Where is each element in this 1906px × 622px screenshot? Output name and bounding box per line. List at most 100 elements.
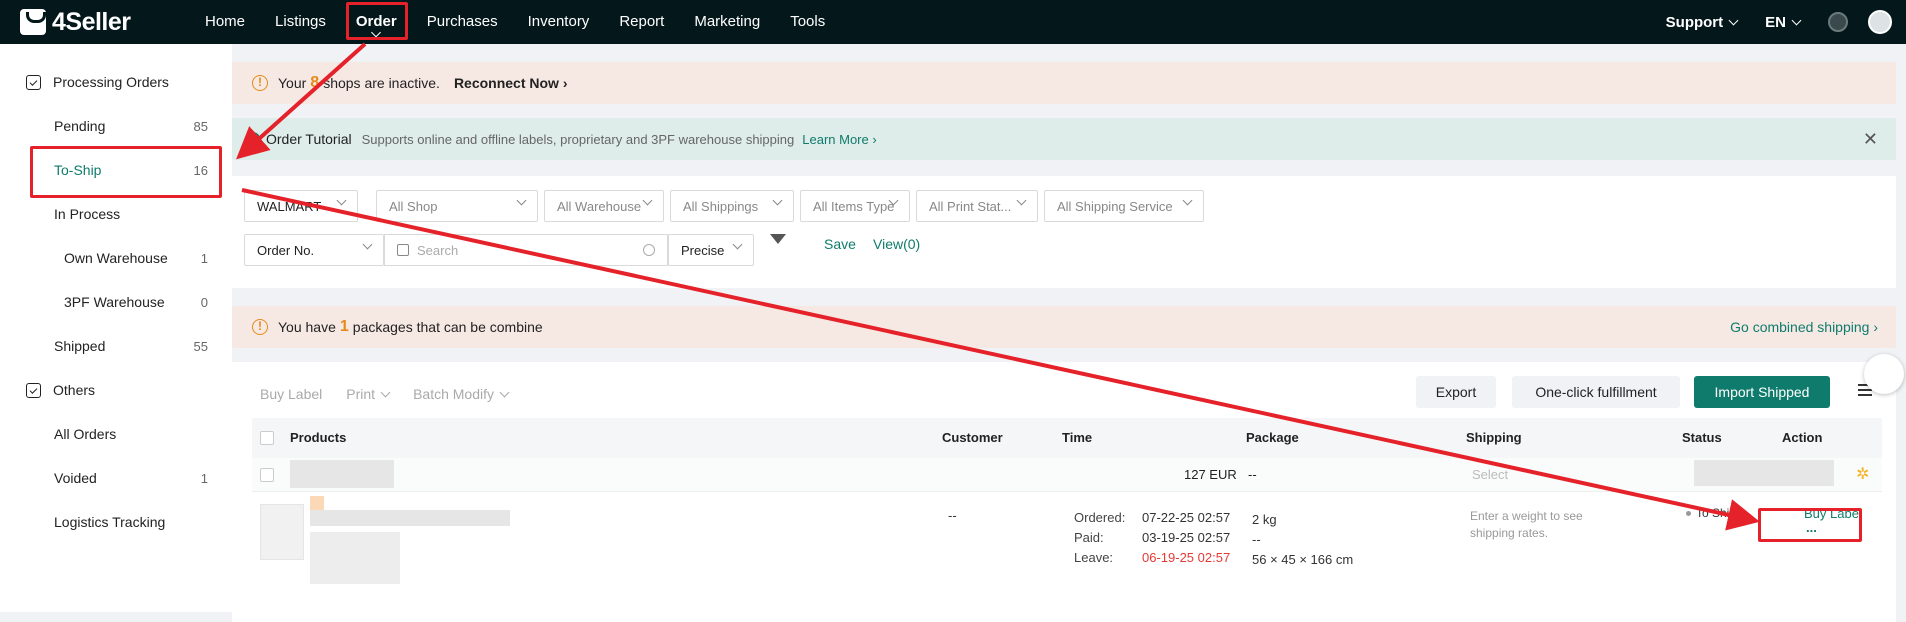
header-customer: Customer: [942, 430, 1003, 445]
shippings-select[interactable]: All Shippings: [670, 190, 794, 222]
sidebar-item-pending[interactable]: Pending 85: [0, 104, 232, 148]
sidebar-group-processing[interactable]: Processing Orders: [0, 60, 232, 104]
product-image: [260, 504, 304, 560]
reconnect-now-link[interactable]: Reconnect Now ›: [454, 75, 568, 91]
main-nav: Home Listings Order Purchases Inventory …: [190, 0, 840, 44]
chevron-down-icon: [732, 239, 743, 250]
sidebar-item-voided[interactable]: Voided 1: [0, 456, 232, 500]
combine-packages-banner: You have 1 packages that can be combine …: [232, 306, 1896, 348]
banner-text: You have: [278, 319, 336, 335]
star-icon[interactable]: ✲: [1856, 464, 1869, 484]
annotation-box-to-ship: [30, 146, 222, 198]
inactive-shops-banner: Your 8 shops are inactive. Reconnect Now…: [232, 62, 1896, 104]
button-label: Print: [346, 386, 376, 402]
support-menu[interactable]: Support: [1666, 14, 1739, 31]
row-checkbox[interactable]: [260, 468, 274, 482]
chevron-down-icon: [1791, 15, 1802, 25]
checklist-icon: [26, 382, 41, 398]
order-search-float-button[interactable]: [1864, 354, 1904, 394]
tutorial-description: Supports online and offline labels, prop…: [361, 131, 795, 147]
scan-icon: [397, 244, 409, 256]
sidebar-item-3pf-warehouse[interactable]: 3PF Warehouse 0: [0, 280, 232, 324]
gear-icon[interactable]: [1828, 12, 1848, 32]
select-value: Precise: [681, 242, 725, 258]
button-label: Batch Modify: [413, 386, 495, 402]
annotation-box-order: [346, 2, 408, 40]
package-weight: 2 kg: [1252, 512, 1277, 527]
chevron-down-icon: [336, 195, 347, 206]
language-menu[interactable]: EN: [1765, 13, 1802, 31]
print-status-select[interactable]: All Print Stat...: [916, 190, 1038, 222]
logo[interactable]: 4Seller: [20, 8, 190, 37]
paid-label: Paid:: [1074, 530, 1104, 545]
search-field-select[interactable]: Order No.: [244, 234, 384, 266]
nav-listings[interactable]: Listings: [260, 0, 341, 44]
nav-report[interactable]: Report: [604, 0, 679, 44]
sidebar-item-count: 55: [193, 338, 208, 354]
nav-marketing[interactable]: Marketing: [679, 0, 775, 44]
banner-text: packages that can be combine: [352, 319, 543, 335]
header-status: Status: [1682, 430, 1722, 445]
select-value: All Items Type: [813, 198, 895, 214]
leave-label: Leave:: [1074, 550, 1114, 565]
banner-text: shops are inactive.: [323, 75, 440, 91]
buy-label-bulk-button[interactable]: Buy Label: [260, 386, 322, 402]
filter-icon[interactable]: [770, 234, 786, 244]
print-menu[interactable]: Print: [346, 386, 391, 402]
view-button[interactable]: View(0): [873, 236, 920, 252]
learn-more-link[interactable]: Learn More ›: [802, 132, 876, 147]
export-button[interactable]: Export: [1416, 376, 1496, 408]
nav-inventory[interactable]: Inventory: [513, 0, 605, 44]
nav-tools[interactable]: Tools: [775, 0, 840, 44]
items-type-select[interactable]: All Items Type: [800, 190, 910, 222]
warehouse-select[interactable]: All Warehouse: [544, 190, 664, 222]
tutorial-title: Order Tutorial: [266, 131, 352, 147]
header-products: Products: [290, 430, 347, 445]
sidebar-item-logistics-tracking[interactable]: Logistics Tracking: [0, 500, 232, 544]
chevron-down-icon: [642, 195, 653, 206]
save-button[interactable]: Save: [824, 236, 856, 252]
sidebar-item-label: Pending: [54, 118, 106, 134]
sidebar-item-all-orders[interactable]: All Orders: [0, 412, 232, 456]
orders-table-panel: Buy Label Print Batch Modify Export One-…: [232, 362, 1896, 622]
search-icon: [643, 244, 655, 256]
annotation-box-buy-label: [1758, 508, 1862, 542]
match-mode-select[interactable]: Precise: [668, 234, 754, 266]
select-all-checkbox[interactable]: [260, 431, 274, 445]
shipping-select[interactable]: Select: [1472, 467, 1508, 482]
question-icon: [246, 132, 260, 146]
select-value: All Print Stat...: [929, 198, 1012, 214]
search-input[interactable]: Search: [384, 234, 668, 266]
paid-time: 03-19-25 02:57: [1142, 530, 1231, 545]
sidebar-item-shipped[interactable]: Shipped 55: [0, 324, 232, 368]
table-row: -- Ordered: 07-22-25 02:57 Paid: 03-19-2…: [252, 492, 1882, 622]
blurred-order-info: [290, 460, 394, 488]
shipping-service-select[interactable]: All Shipping Service: [1044, 190, 1204, 222]
sidebar-group-others[interactable]: Others: [0, 368, 232, 412]
language-label: EN: [1765, 13, 1786, 31]
chevron-down-icon: [772, 195, 783, 206]
nav-home[interactable]: Home: [190, 0, 260, 44]
chevron-down-icon: [1728, 15, 1739, 25]
chevron-down-icon: [499, 387, 510, 397]
close-icon[interactable]: ✕: [1863, 129, 1878, 150]
ordered-time: 07-22-25 02:57: [1142, 510, 1231, 525]
button-label: Buy Label: [260, 386, 323, 402]
one-click-fulfillment-button[interactable]: One-click fulfillment: [1512, 376, 1680, 408]
platform-select[interactable]: WALMART: [244, 190, 358, 222]
batch-modify-menu[interactable]: Batch Modify: [413, 386, 510, 402]
chevron-down-icon: [380, 387, 391, 397]
warning-icon: [252, 75, 268, 91]
chevron-down-icon: [1016, 195, 1027, 206]
nav-purchases[interactable]: Purchases: [412, 0, 513, 44]
sidebar-item-label: Own Warehouse: [64, 250, 168, 266]
shop-select[interactable]: All Shop: [376, 190, 538, 222]
sidebar-item-in-process[interactable]: In Process: [0, 192, 232, 236]
select-value: All Shop: [389, 198, 438, 214]
select-value: WALMART: [257, 198, 322, 214]
import-shipped-button[interactable]: Import Shipped: [1694, 376, 1830, 408]
avatar[interactable]: [1868, 10, 1892, 34]
go-combined-shipping-link[interactable]: Go combined shipping ›: [1730, 319, 1878, 335]
sidebar-item-own-warehouse[interactable]: Own Warehouse 1: [0, 236, 232, 280]
sidebar-item-label: In Process: [54, 206, 121, 222]
